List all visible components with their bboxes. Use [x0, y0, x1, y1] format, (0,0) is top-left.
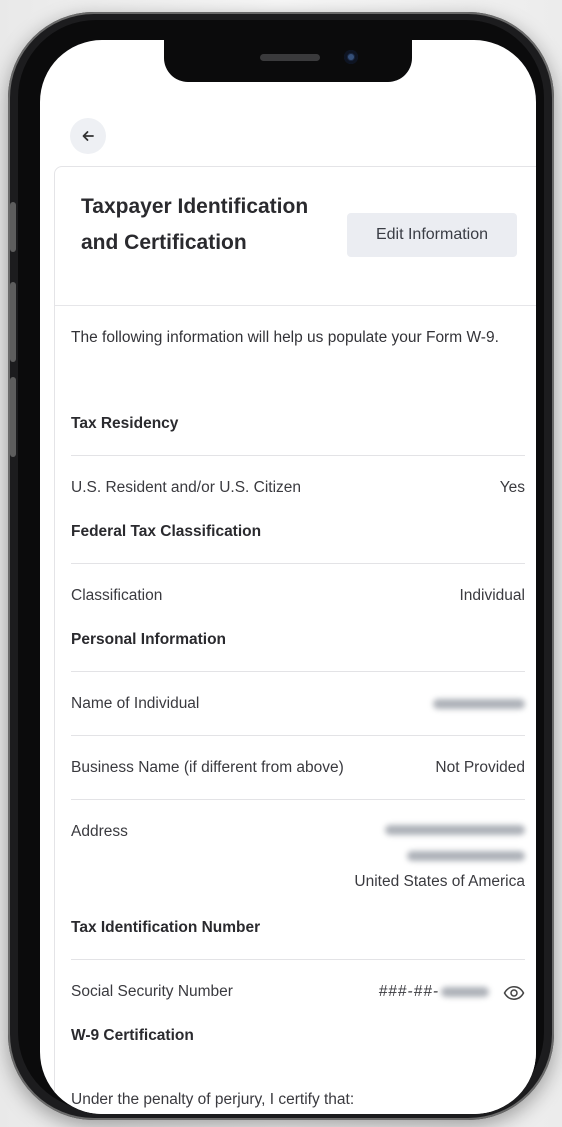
federal-tax-heading: Federal Tax Classification: [71, 523, 262, 540]
divider: [71, 563, 525, 564]
personal-info-heading: Personal Information: [71, 631, 227, 648]
classification-value: Individual: [459, 587, 526, 604]
certification-heading: W-9 Certification: [71, 1027, 194, 1044]
address-label: Address: [71, 823, 128, 840]
address-country: United States of America: [354, 873, 525, 890]
notch: [164, 40, 412, 82]
ssn-label: Social Security Number: [71, 983, 233, 1000]
tax-info-card: Taxpayer Identification and Certificatio…: [54, 166, 536, 1114]
business-name-value: Not Provided: [435, 759, 525, 776]
eye-icon[interactable]: [503, 985, 525, 1001]
intro-text: The following information will help us p…: [71, 329, 499, 346]
phone-frame: Taxpayer Identification and Certificatio…: [8, 12, 554, 1120]
front-camera: [344, 50, 358, 64]
redacted-ssn-digits: [441, 987, 489, 997]
redacted-address-line-1: [385, 825, 525, 835]
phone-screen: Taxpayer Identification and Certificatio…: [40, 40, 536, 1114]
page-title: Taxpayer Identification and Certificatio…: [81, 195, 309, 254]
back-button[interactable]: [70, 118, 106, 154]
edit-information-button[interactable]: Edit Information: [347, 213, 517, 257]
arrow-left-icon: [82, 131, 94, 141]
volume-down-button: [10, 377, 16, 457]
tin-heading: Tax Identification Number: [71, 919, 261, 936]
tax-residency-heading: Tax Residency: [71, 415, 179, 432]
ssn-masked-value: ###-##-: [378, 983, 439, 1000]
business-name-label: Business Name (if different from above): [71, 759, 344, 776]
card-header: Taxpayer Identification and Certificatio…: [55, 167, 536, 306]
redacted-name: [433, 699, 525, 709]
divider: [71, 455, 525, 456]
residency-value: Yes: [499, 479, 525, 496]
classification-label: Classification: [71, 587, 163, 604]
residency-label: U.S. Resident and/or U.S. Citizen: [71, 479, 302, 496]
volume-up-button: [10, 282, 16, 362]
divider: [71, 959, 525, 960]
divider: [71, 671, 525, 672]
scroll-fade: [55, 1107, 536, 1114]
divider: [71, 799, 525, 800]
speaker-grill: [260, 54, 320, 61]
redacted-address-line-2: [407, 851, 525, 861]
divider: [71, 735, 525, 736]
individual-name-label: Name of Individual: [71, 695, 200, 712]
mute-switch: [10, 202, 16, 252]
